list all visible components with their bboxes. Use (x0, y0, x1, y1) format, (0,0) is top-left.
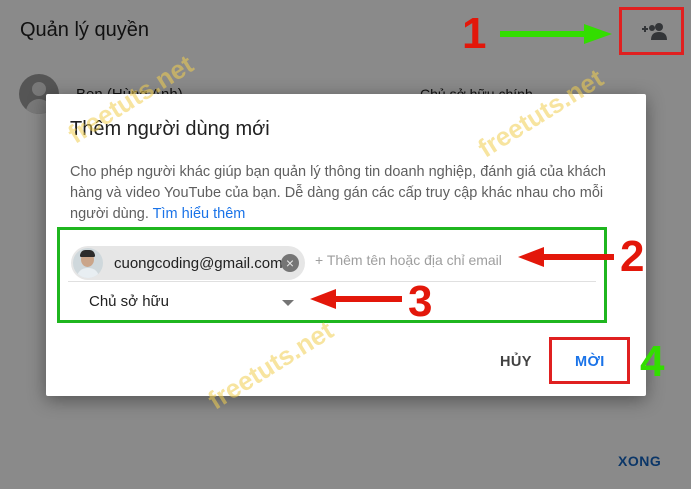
role-select[interactable]: Chủ sở hữu (89, 291, 299, 315)
dropdown-caret-icon (282, 300, 294, 306)
step-1-arrow (500, 24, 612, 44)
annotation-box-add-user (619, 7, 684, 55)
step-2-number: 2 (620, 232, 645, 281)
step-2-arrow (518, 247, 614, 267)
chip-email: cuongcoding@gmail.com (114, 254, 283, 272)
email-chip: cuongcoding@gmail.com × (71, 246, 305, 280)
dialog-description: Cho phép người khác giúp bạn quản lý thô… (70, 162, 630, 225)
role-selected-value: Chủ sở hữu (89, 293, 169, 310)
cancel-button[interactable]: HỦY (500, 354, 532, 370)
step-3-arrow (310, 289, 402, 309)
dialog-title: Thêm người dùng mới (70, 118, 270, 140)
chip-avatar (73, 248, 103, 278)
learn-more-link[interactable]: Tìm hiểu thêm (153, 206, 246, 222)
step-3-number: 3 (408, 277, 433, 326)
step-4-number: 4 (640, 337, 665, 386)
annotation-box-invite (549, 337, 630, 384)
description-text: Cho phép người khác giúp bạn quản lý thô… (70, 164, 606, 222)
chip-remove-icon[interactable]: × (281, 254, 299, 272)
email-input[interactable] (315, 252, 525, 268)
step-1-number: 1 (462, 9, 487, 58)
field-divider (68, 281, 596, 282)
